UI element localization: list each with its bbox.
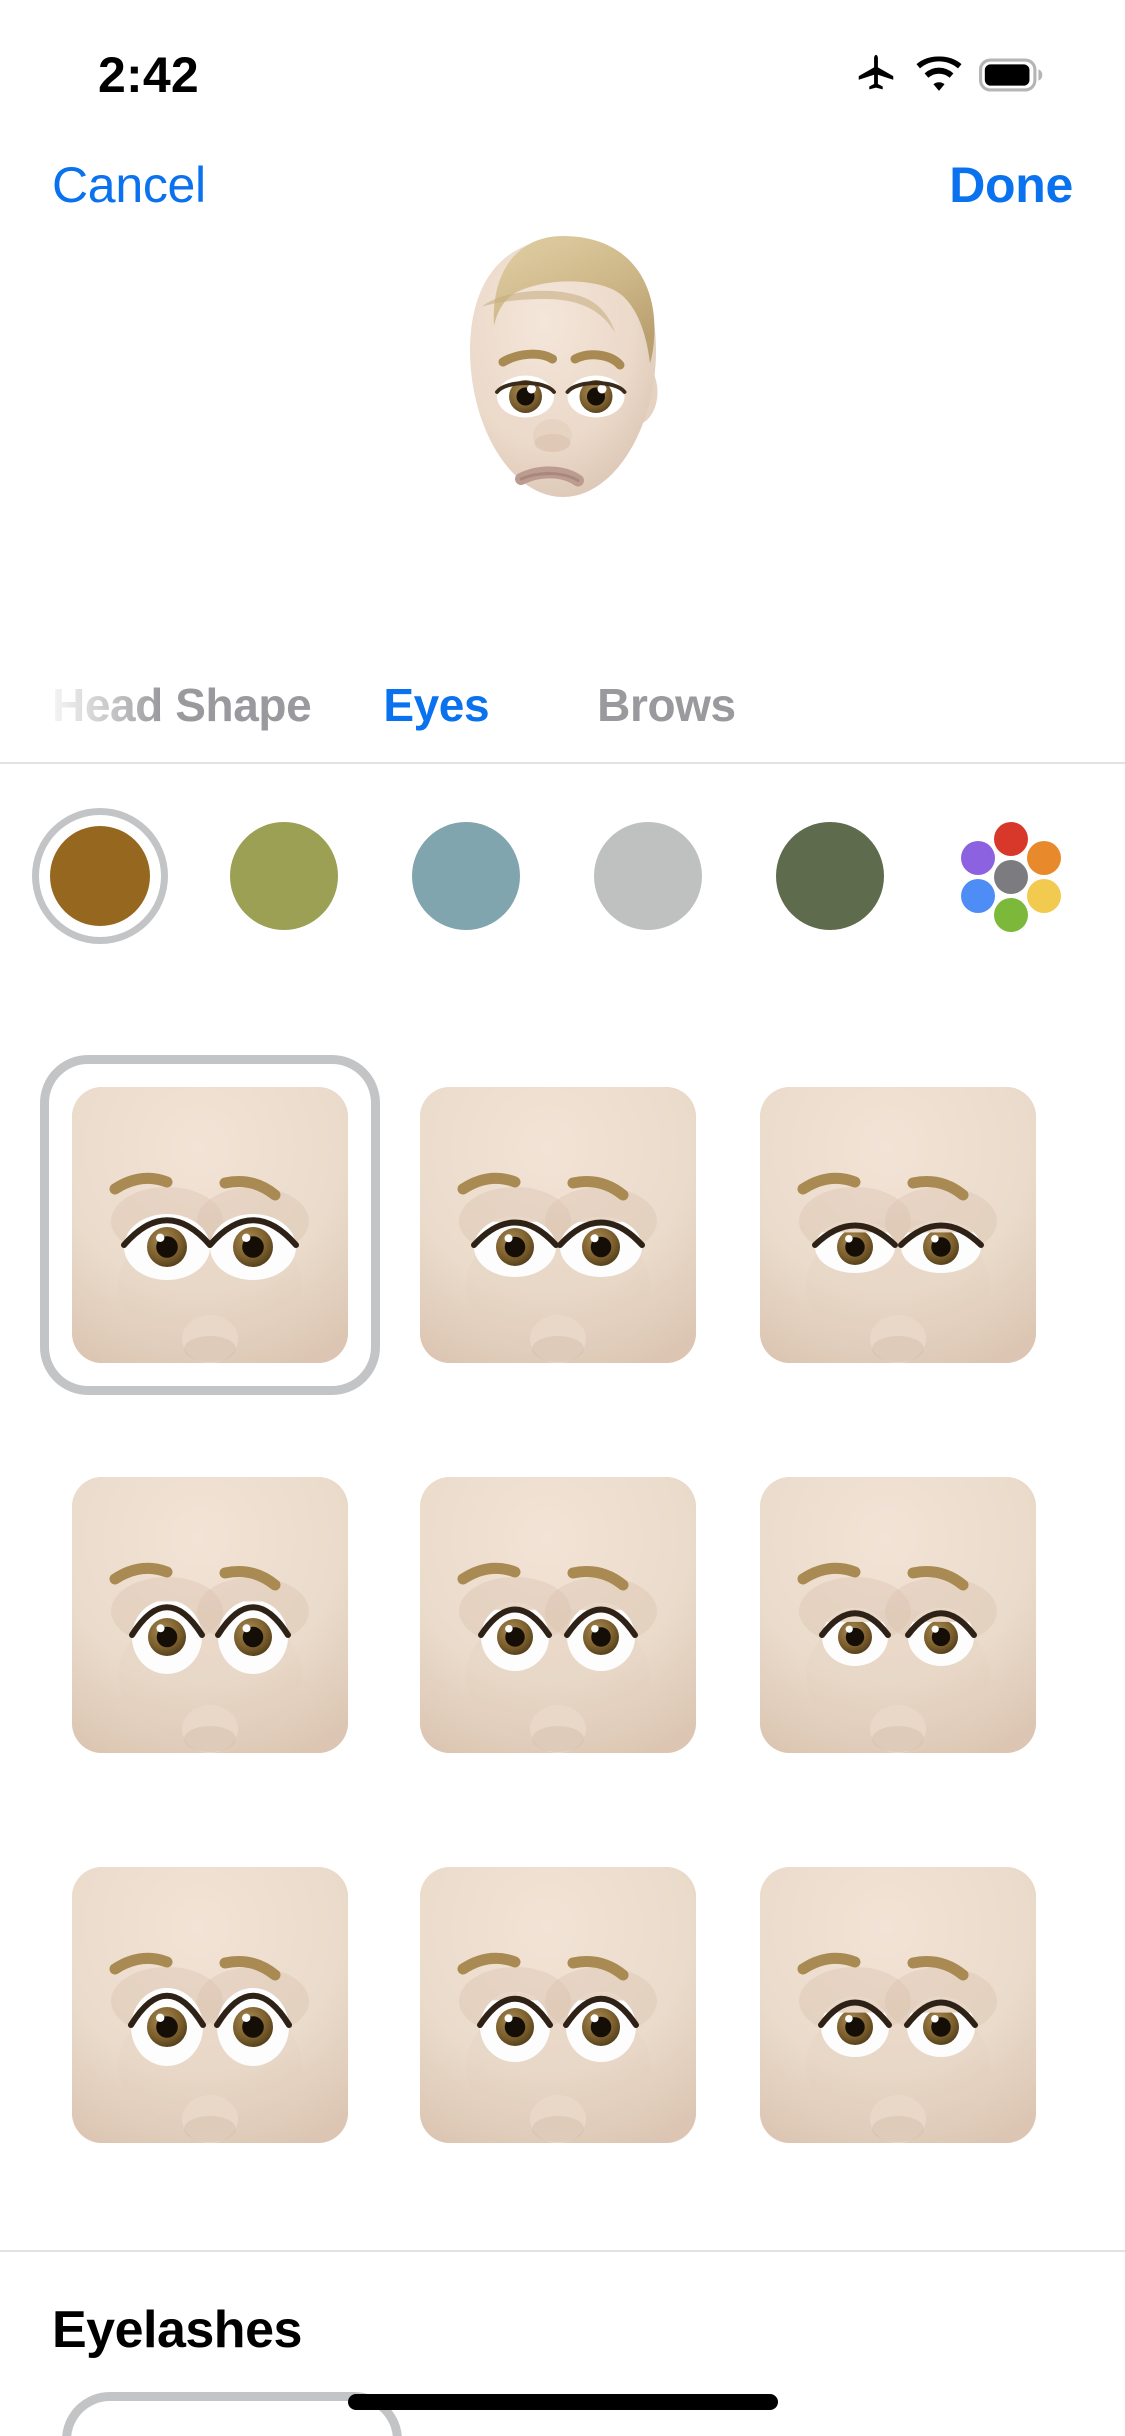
color-wheel-dot xyxy=(1026,879,1061,913)
eye-color-swatch-brown[interactable] xyxy=(32,808,168,944)
home-indicator[interactable] xyxy=(347,2394,778,2410)
status-bar-indicators xyxy=(853,52,1045,103)
tab-bar-separator xyxy=(0,762,1125,764)
eye-color-swatch-olive[interactable] xyxy=(230,822,338,930)
eye-style-cell xyxy=(40,1835,380,2175)
memoji-editor-screen: 2:42 Cancel Done Head Shape Eyes Brows E… xyxy=(0,0,1125,2436)
eye-style-cell xyxy=(388,1835,728,2175)
section-title-eyelashes: Eyelashes xyxy=(52,2301,302,2359)
custom-color-picker-icon[interactable] xyxy=(952,818,1070,936)
memoji-preview[interactable] xyxy=(0,215,1125,615)
color-wheel-dot xyxy=(1026,841,1061,875)
tab-brows[interactable]: Brows xyxy=(597,678,736,732)
done-button[interactable]: Done xyxy=(949,156,1073,214)
feature-tab-bar[interactable]: Head Shape Eyes Brows xyxy=(0,648,1125,764)
eye-color-swatch-row[interactable] xyxy=(0,790,1125,982)
eye-color-swatch-fill xyxy=(50,826,150,926)
eye-style-5[interactable] xyxy=(420,1477,696,1753)
eye-color-swatch-blue-gray[interactable] xyxy=(412,822,520,930)
eye-style-cell xyxy=(40,1445,380,1785)
eye-style-cell xyxy=(728,1055,1068,1395)
eye-style-cell xyxy=(40,1055,380,1395)
eye-style-4[interactable] xyxy=(72,1477,348,1753)
eye-style-3[interactable] xyxy=(760,1087,1036,1363)
eye-style-6[interactable] xyxy=(760,1477,1036,1753)
battery-icon xyxy=(979,58,1045,97)
eye-style-1[interactable] xyxy=(72,1087,348,1363)
eye-color-swatch-gray[interactable] xyxy=(594,822,702,930)
memoji-head-illustration xyxy=(469,236,657,497)
color-wheel-center-dot xyxy=(994,860,1028,894)
color-wheel-dot xyxy=(961,879,996,913)
eye-style-9[interactable] xyxy=(760,1867,1036,2143)
color-wheel-dot xyxy=(994,822,1028,856)
eye-style-cell xyxy=(728,1445,1068,1785)
status-bar: 2:42 xyxy=(0,0,1125,140)
eye-style-cell xyxy=(388,1445,728,1785)
section-separator xyxy=(0,2250,1125,2252)
eye-style-grid[interactable] xyxy=(0,1055,1125,2175)
eye-style-7[interactable] xyxy=(72,1867,348,2143)
eye-style-cell xyxy=(728,1835,1068,2175)
status-bar-clock: 2:42 xyxy=(98,47,199,103)
wifi-icon xyxy=(915,52,963,103)
eye-color-swatch-dark-olive[interactable] xyxy=(776,822,884,930)
eye-style-2[interactable] xyxy=(420,1087,696,1363)
color-wheel-dot xyxy=(994,898,1028,932)
eye-style-cell xyxy=(388,1055,728,1395)
color-wheel-dot xyxy=(961,841,996,875)
tab-head-shape[interactable]: Head Shape xyxy=(52,678,312,732)
airplane-mode-icon xyxy=(853,52,899,103)
tab-eyes[interactable]: Eyes xyxy=(383,678,489,732)
eye-style-8[interactable] xyxy=(420,1867,696,2143)
cancel-button[interactable]: Cancel xyxy=(52,156,206,214)
